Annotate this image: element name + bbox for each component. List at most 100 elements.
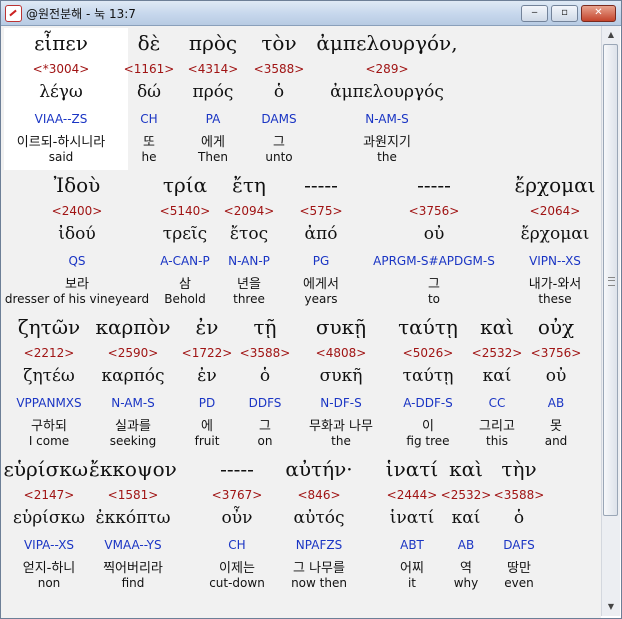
- lemma: ἀμπελουργός: [330, 82, 444, 102]
- lemma: ἐν: [197, 366, 217, 386]
- maximize-button[interactable]: ▫: [551, 5, 578, 22]
- strong-number[interactable]: <1581>: [108, 488, 159, 502]
- strong-number[interactable]: <5026>: [403, 346, 454, 360]
- scroll-up-arrow-icon[interactable]: ▲: [603, 27, 619, 43]
- scrollbar-thumb[interactable]: [603, 44, 618, 516]
- english-gloss: I come: [28, 434, 70, 448]
- greek-word[interactable]: ἀμπελουργόν,: [316, 31, 457, 55]
- strong-number[interactable]: <3588>: [494, 488, 545, 502]
- strong-number[interactable]: <5140>: [160, 204, 211, 218]
- strong-number[interactable]: <846>: [297, 488, 340, 502]
- lemma: τρεῖς: [162, 224, 208, 244]
- korean-gloss: 이제는: [219, 561, 255, 576]
- english-gloss: Behold: [164, 292, 206, 306]
- greek-word[interactable]: ἱνατί: [386, 457, 438, 481]
- lemma: συκῆ: [319, 366, 363, 386]
- greek-word[interactable]: ἔτη: [232, 173, 266, 197]
- korean-gloss: 못: [550, 419, 562, 434]
- lemma: ἔτος: [229, 224, 269, 244]
- english-gloss: fruit: [194, 434, 220, 448]
- greek-word[interactable]: τῇ: [253, 315, 276, 339]
- korean-gloss: 내가-와서: [528, 277, 582, 292]
- parsing-code: DAMS: [261, 112, 297, 126]
- parsing-code: A-CAN-P: [160, 254, 210, 268]
- strong-number[interactable]: <2064>: [530, 204, 581, 218]
- lemma: ἐκκόπτω: [95, 508, 171, 528]
- parsing-code: VIPA--XS: [23, 538, 75, 552]
- scroll-down-arrow-icon[interactable]: ▼: [603, 599, 619, 615]
- strong-number[interactable]: <2444>: [387, 488, 438, 502]
- greek-word[interactable]: αὐτήν·: [285, 457, 352, 481]
- korean-gloss: 이르되-하시니라: [16, 135, 106, 150]
- lemma: καρπός: [101, 366, 165, 386]
- korean-gloss: 그: [259, 419, 271, 434]
- lemma: ταύτῃ: [402, 366, 454, 386]
- strong-number[interactable]: <1722>: [182, 346, 233, 360]
- strong-number[interactable]: <4808>: [316, 346, 367, 360]
- greek-word[interactable]: -----: [220, 457, 254, 481]
- strong-number[interactable]: <2400>: [52, 204, 103, 218]
- greek-word[interactable]: ζητῶν: [18, 315, 80, 339]
- greek-word[interactable]: τρία: [163, 173, 207, 197]
- greek-word[interactable]: ἔρχομαι: [515, 173, 596, 197]
- parsing-code: AB: [457, 538, 475, 552]
- window-title: @원전분해 - 눅 13:7: [26, 7, 136, 21]
- greek-word[interactable]: ἔκκοψον: [89, 457, 177, 481]
- korean-gloss: 땅만: [507, 561, 531, 576]
- strong-number[interactable]: <*3004>: [33, 62, 90, 76]
- greek-word[interactable]: καρπὸν: [95, 315, 170, 339]
- english-gloss: seeking: [109, 434, 157, 448]
- greek-word[interactable]: τὴν: [501, 457, 536, 481]
- strong-number[interactable]: <1161>: [124, 62, 175, 76]
- parsing-code: VIAA--ZS: [34, 112, 88, 126]
- greek-word[interactable]: εἶπεν: [34, 31, 88, 55]
- strong-number[interactable]: <2590>: [108, 346, 159, 360]
- strong-number[interactable]: <3756>: [531, 346, 582, 360]
- greek-word[interactable]: οὐχ: [538, 315, 574, 339]
- strong-number[interactable]: <3767>: [212, 488, 263, 502]
- greek-word[interactable]: Ἰδοὺ: [54, 173, 101, 197]
- parsing-code: ABT: [400, 538, 424, 552]
- english-gloss: it: [407, 576, 417, 590]
- title-bar[interactable]: @원전분해 - 눅 13:7 ‒ ▫ ✕: [1, 1, 621, 26]
- korean-gloss: 년을: [237, 277, 261, 292]
- minimize-button[interactable]: ‒: [521, 5, 548, 22]
- greek-word[interactable]: -----: [417, 173, 451, 197]
- strong-number[interactable]: <2147>: [24, 488, 75, 502]
- lemma: πρός: [192, 82, 234, 102]
- greek-word[interactable]: καὶ: [449, 457, 483, 481]
- interlinear-panel: εἶπεν <*3004> λέγω VIAA--ZS 이르되-하시니라 said δὲ <1…: [1, 26, 601, 618]
- strong-number[interactable]: <4314>: [188, 62, 239, 76]
- parsing-code: N-DF-S: [320, 396, 362, 410]
- english-gloss: three: [233, 292, 265, 306]
- strong-number[interactable]: <3588>: [254, 62, 305, 76]
- strong-number[interactable]: <2212>: [24, 346, 75, 360]
- greek-word[interactable]: -----: [304, 173, 338, 197]
- greek-word[interactable]: καὶ: [480, 315, 514, 339]
- lemma: ἀπό: [304, 224, 338, 244]
- greek-word[interactable]: συκῇ: [316, 315, 366, 339]
- korean-gloss: 이: [422, 419, 434, 434]
- strong-number[interactable]: <575>: [299, 204, 342, 218]
- strong-number[interactable]: <2532>: [472, 346, 523, 360]
- strong-number[interactable]: <2094>: [224, 204, 275, 218]
- korean-gloss: 실과를: [115, 419, 151, 434]
- lemma: λέγω: [39, 82, 83, 102]
- greek-word[interactable]: ἐν: [196, 315, 219, 339]
- strong-number[interactable]: <3756>: [409, 204, 460, 218]
- greek-word[interactable]: δὲ: [138, 31, 161, 55]
- close-button[interactable]: ✕: [581, 5, 616, 22]
- strong-number[interactable]: <2532>: [441, 488, 492, 502]
- greek-word[interactable]: πρὸς: [189, 31, 237, 55]
- greek-word[interactable]: ταύτῃ: [398, 315, 458, 339]
- strong-number[interactable]: <289>: [365, 62, 408, 76]
- app-icon[interactable]: [5, 5, 22, 22]
- lemma: εὑρίσκω: [13, 508, 85, 528]
- korean-gloss: 삼: [179, 277, 191, 292]
- greek-word[interactable]: εὑρίσκω.: [4, 457, 95, 481]
- strong-number[interactable]: <3588>: [240, 346, 291, 360]
- parsing-code: CH: [228, 538, 246, 552]
- vertical-scrollbar[interactable]: ▲ ▼: [601, 26, 620, 616]
- greek-word[interactable]: τὸν: [261, 31, 296, 55]
- english-gloss: fig tree: [406, 434, 450, 448]
